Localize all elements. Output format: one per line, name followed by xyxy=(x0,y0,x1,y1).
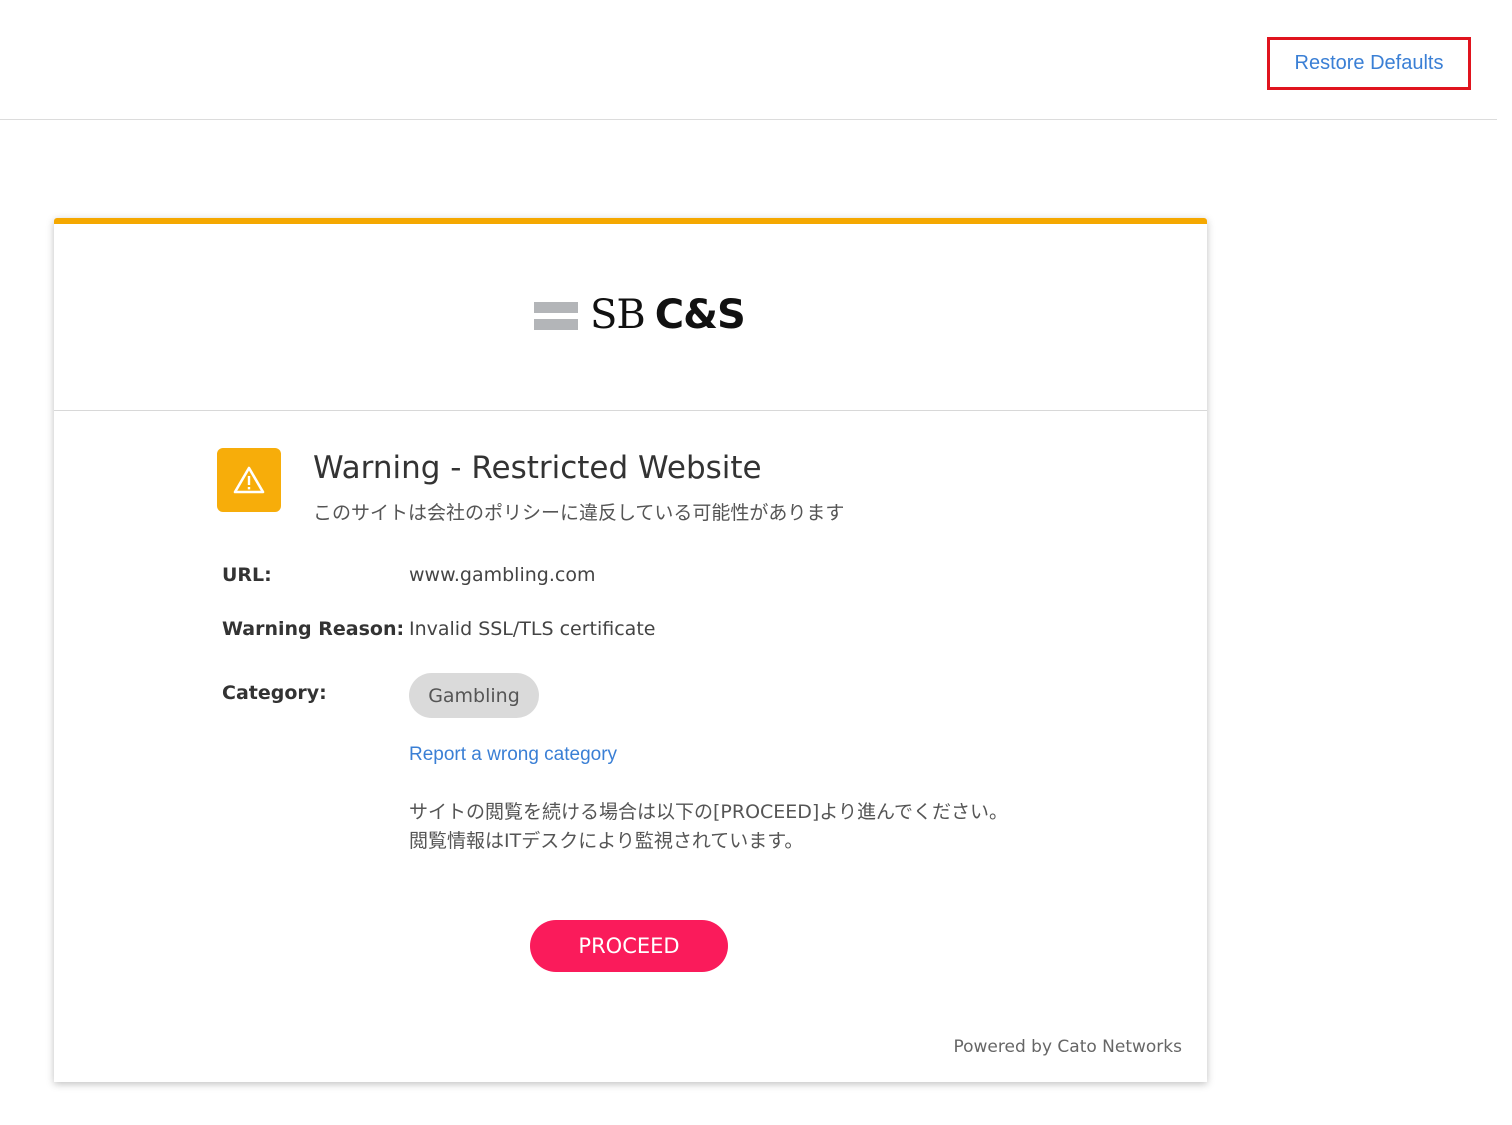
category-label: Category: xyxy=(222,682,327,704)
proceed-info-text: サイトの閲覧を続ける場合は以下の[PROCEED]より進んでください。 閲覧情報… xyxy=(409,798,1008,856)
logo-text-sb: SB xyxy=(590,292,646,338)
url-label: URL: xyxy=(222,564,272,586)
url-value: www.gambling.com xyxy=(409,564,596,586)
restore-defaults-highlight: Restore Defaults xyxy=(1267,37,1471,90)
logo-area: SB C&S xyxy=(54,224,1207,411)
warning-card: SB C&S Warning - Restricted Website このサイ… xyxy=(54,218,1207,1082)
page-subtitle: このサイトは会社のポリシーに違反している可能性があります xyxy=(313,502,845,524)
logo-text-cs: C&S xyxy=(654,292,746,338)
page-title: Warning - Restricted Website xyxy=(313,450,762,486)
warning-triangle-icon xyxy=(217,448,281,512)
proceed-info-line-2: 閲覧情報はITデスクにより監視されています。 xyxy=(409,830,804,852)
powered-by-footer: Powered by Cato Networks xyxy=(953,1037,1182,1057)
logo-bars-icon xyxy=(534,299,578,331)
restore-defaults-link[interactable]: Restore Defaults xyxy=(1295,52,1444,75)
report-wrong-category-link[interactable]: Report a wrong category xyxy=(409,744,617,766)
proceed-button[interactable]: PROCEED xyxy=(530,920,728,972)
proceed-info-line-1: サイトの閲覧を続ける場合は以下の[PROCEED]より進んでください。 xyxy=(409,801,1009,823)
warning-reason-label: Warning Reason: xyxy=(222,618,405,640)
category-badge: Gambling xyxy=(409,673,539,718)
top-bar: Restore Defaults xyxy=(0,0,1497,120)
warning-reason-value: Invalid SSL/TLS certificate xyxy=(409,618,656,640)
brand-logo: SB C&S xyxy=(534,292,746,338)
